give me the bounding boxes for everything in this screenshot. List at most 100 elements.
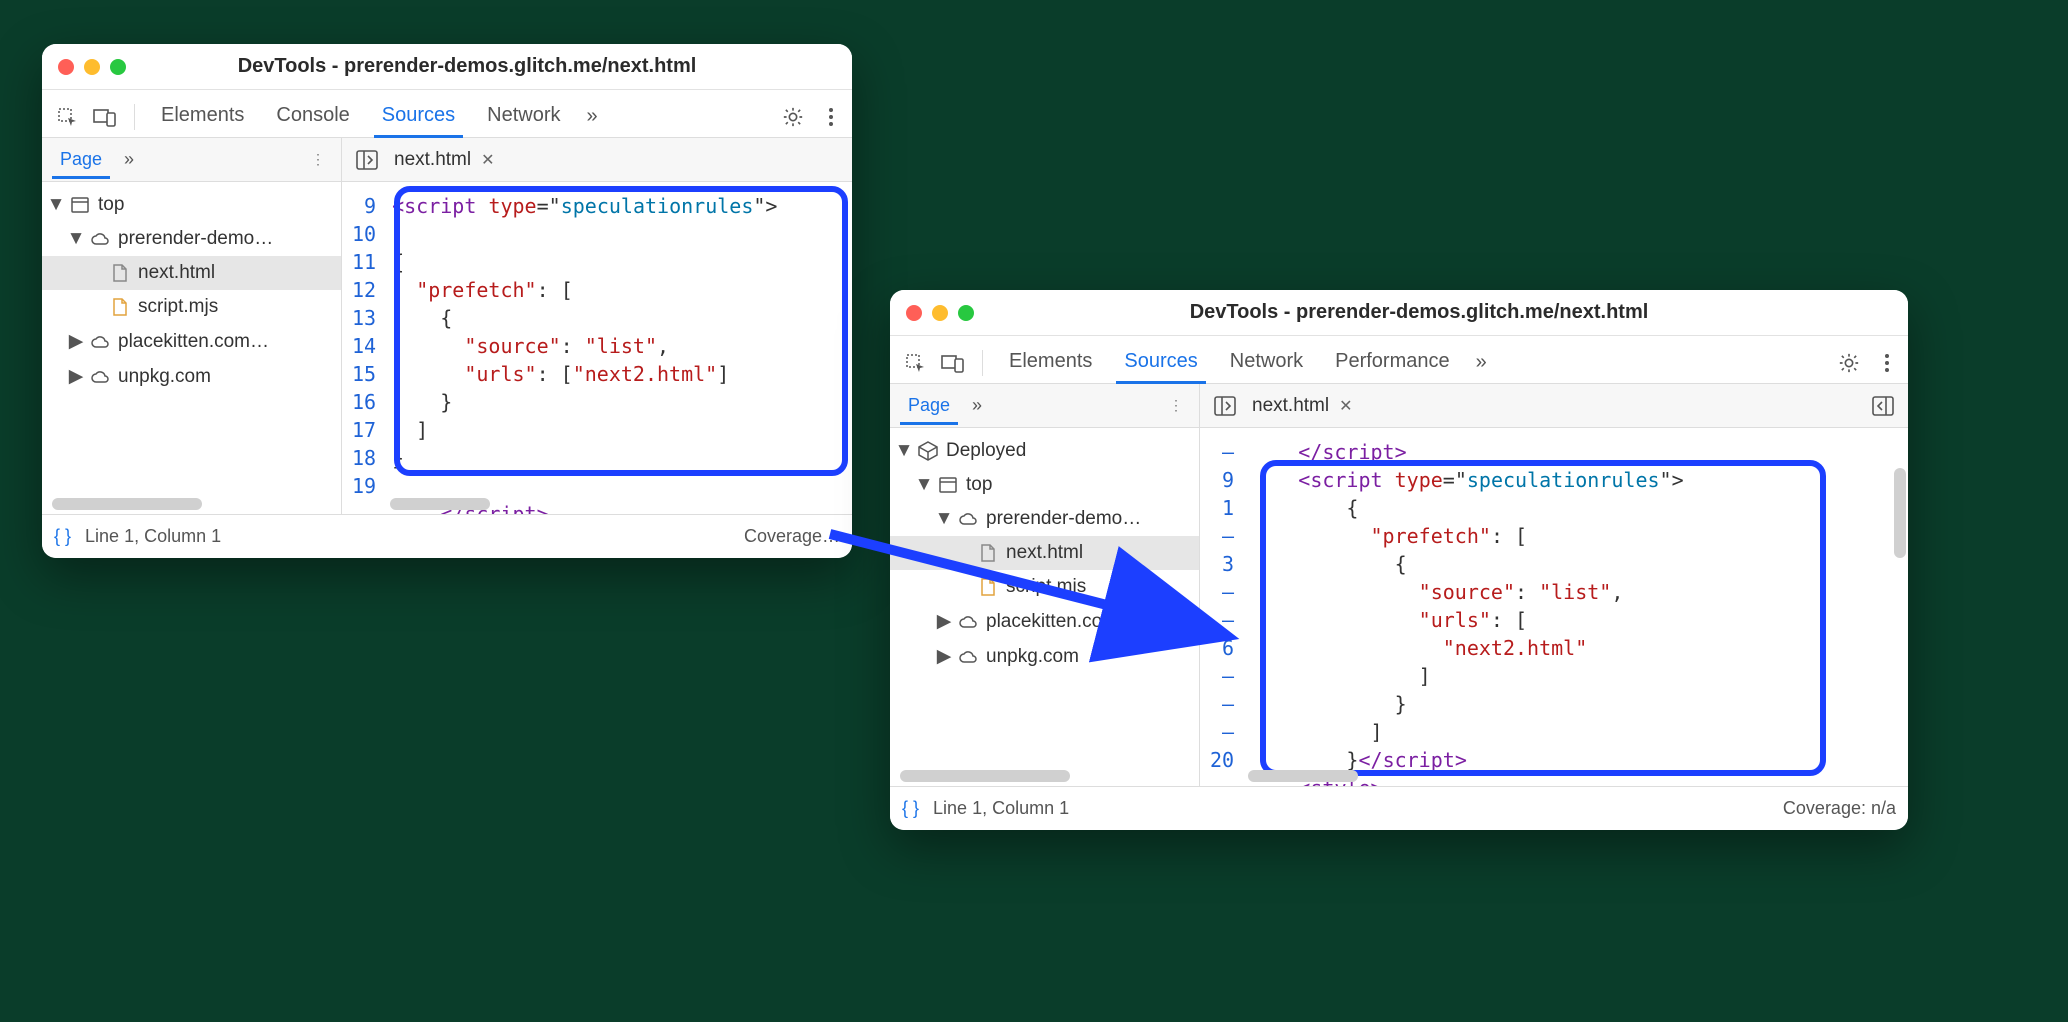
tree-file-next-html[interactable]: next.html (42, 256, 341, 290)
tree-domain-placekitten[interactable]: ▶ placekitten.com… (42, 324, 341, 359)
sidebar-overflow-icon[interactable]: » (118, 145, 140, 174)
gutter: —91—3——6———20 (1200, 428, 1244, 786)
file-tree: ▼ top ▼ prerender-demo… next.html (42, 182, 342, 514)
separator (982, 350, 983, 376)
devtools-toolbar: Elements Console Sources Network » (42, 90, 852, 138)
tab-network[interactable]: Network (1218, 342, 1315, 383)
cloud-icon (90, 370, 110, 384)
tree-host[interactable]: ▼ prerender-demo… (42, 222, 341, 256)
gear-icon[interactable] (774, 102, 812, 132)
tree-label: unpkg.com (986, 646, 1079, 668)
scrollbar-horizontal[interactable] (900, 770, 1070, 782)
code-editor[interactable]: —91—3——6———20 </script> <script type="sp… (1200, 428, 1908, 786)
tree-file-next-html[interactable]: next.html (890, 536, 1199, 570)
tree-file-script-mjs[interactable]: script.mjs (890, 570, 1199, 604)
tree-label: script.mjs (138, 296, 218, 318)
sidebar-overflow-icon[interactable]: » (966, 391, 988, 420)
kebab-icon[interactable] (1876, 348, 1898, 378)
tabs-overflow-icon[interactable]: » (1470, 347, 1493, 378)
scrollbar-horizontal[interactable] (1248, 770, 1358, 782)
format-icon[interactable]: { } (54, 526, 71, 547)
gear-icon[interactable] (1830, 348, 1868, 378)
file-tab-next-html[interactable]: next.html ✕ (394, 149, 497, 171)
cloud-icon (958, 615, 978, 629)
cursor-position: Line 1, Column 1 (933, 798, 1069, 819)
tree-file-script-mjs[interactable]: script.mjs (42, 290, 341, 324)
statusbar: { } Line 1, Column 1 Coverage: n/a (890, 786, 1908, 830)
caret-down-icon: ▼ (50, 194, 62, 216)
tabs-overflow-icon[interactable]: » (581, 101, 604, 132)
close-icon[interactable] (58, 59, 74, 75)
tree-domain-unpkg[interactable]: ▶ unpkg.com (890, 639, 1199, 674)
tab-network[interactable]: Network (475, 96, 572, 137)
code-area[interactable]: </script> <script type="speculationrules… (1244, 428, 1696, 786)
tab-sources[interactable]: Sources (1112, 342, 1209, 383)
tree-label: next.html (1006, 542, 1083, 564)
devtools-window-1: DevTools - prerender-demos.glitch.me/nex… (42, 44, 852, 558)
caret-down-icon: ▼ (898, 440, 910, 462)
close-tab-icon[interactable]: ✕ (1337, 396, 1354, 416)
tree-domain-unpkg[interactable]: ▶ unpkg.com (42, 359, 341, 394)
tree-deployed[interactable]: ▼ Deployed (890, 434, 1199, 468)
gutter: 910111213141516171819—20 (342, 182, 386, 514)
titlebar: DevTools - prerender-demos.glitch.me/nex… (42, 44, 852, 90)
sidebar-kebab-icon[interactable]: ⋮ (303, 147, 333, 172)
tab-console[interactable]: Console (264, 96, 361, 137)
tree-label: placekitten.com… (118, 331, 269, 353)
devtools-toolbar: Elements Sources Network Performance » (890, 336, 1908, 384)
tab-sources[interactable]: Sources (370, 96, 467, 137)
editor-tabs: next.html ✕ (342, 138, 852, 181)
tree-label: unpkg.com (118, 366, 211, 388)
toggle-navigator-icon[interactable] (1210, 391, 1240, 421)
editor-tabs: next.html ✕ (1200, 384, 1908, 427)
tree-top[interactable]: ▼ top (42, 188, 341, 222)
tab-elements[interactable]: Elements (997, 342, 1104, 383)
format-icon[interactable]: { } (902, 798, 919, 819)
file-tab-next-html[interactable]: next.html ✕ (1252, 395, 1355, 417)
window-icon (938, 477, 958, 493)
coverage-label[interactable]: Coverage… (744, 526, 840, 547)
file-icon (110, 264, 130, 282)
inspect-element-icon[interactable] (900, 348, 930, 378)
toggle-debugger-icon[interactable] (1868, 391, 1898, 421)
caret-right-icon: ▶ (938, 645, 950, 668)
tab-performance[interactable]: Performance (1323, 342, 1462, 383)
tree-label: script.mjs (1006, 576, 1086, 598)
device-toolbar-icon[interactable] (938, 348, 968, 378)
tree-label: placekitten.com… (986, 611, 1137, 633)
toggle-navigator-icon[interactable] (352, 145, 382, 175)
close-tab-icon[interactable]: ✕ (479, 150, 496, 170)
sidebar-tabs: Page » ⋮ (42, 138, 342, 181)
page-tab[interactable]: Page (898, 387, 960, 424)
file-tab-label: next.html (1252, 395, 1329, 417)
code-editor[interactable]: 910111213141516171819—20 <script type="s… (342, 182, 852, 514)
tree-label: next.html (138, 262, 215, 284)
window-title: DevTools - prerender-demos.glitch.me/nex… (946, 301, 1892, 324)
device-toolbar-icon[interactable] (90, 102, 120, 132)
coverage-label[interactable]: Coverage: n/a (1783, 798, 1896, 819)
tree-host[interactable]: ▼ prerender-demo… (890, 502, 1199, 536)
deployed-icon (918, 441, 938, 461)
tree-domain-placekitten[interactable]: ▶ placekitten.com… (890, 604, 1199, 639)
tree-label: top (98, 194, 124, 216)
cloud-icon (90, 335, 110, 349)
kebab-icon[interactable] (820, 102, 842, 132)
window-icon (70, 197, 90, 213)
caret-right-icon: ▶ (70, 365, 82, 388)
code-area[interactable]: <script type="speculationrules">{ "prefe… (386, 182, 789, 514)
sidebar-kebab-icon[interactable]: ⋮ (1161, 393, 1191, 418)
close-icon[interactable] (906, 305, 922, 321)
scrollbar-horizontal[interactable] (52, 498, 202, 510)
tab-elements[interactable]: Elements (149, 96, 256, 137)
tree-label: Deployed (946, 440, 1026, 462)
page-tab[interactable]: Page (50, 141, 112, 178)
cloud-icon (958, 512, 978, 526)
scrollbar-vertical[interactable] (1894, 468, 1906, 558)
inspect-element-icon[interactable] (52, 102, 82, 132)
content: ▼ Deployed ▼ top ▼ prerender-demo… (890, 428, 1908, 786)
caret-right-icon: ▶ (938, 610, 950, 633)
cloud-icon (958, 650, 978, 664)
window-title: DevTools - prerender-demos.glitch.me/nex… (98, 55, 836, 78)
scrollbar-horizontal[interactable] (390, 498, 490, 510)
tree-top[interactable]: ▼ top (890, 468, 1199, 502)
